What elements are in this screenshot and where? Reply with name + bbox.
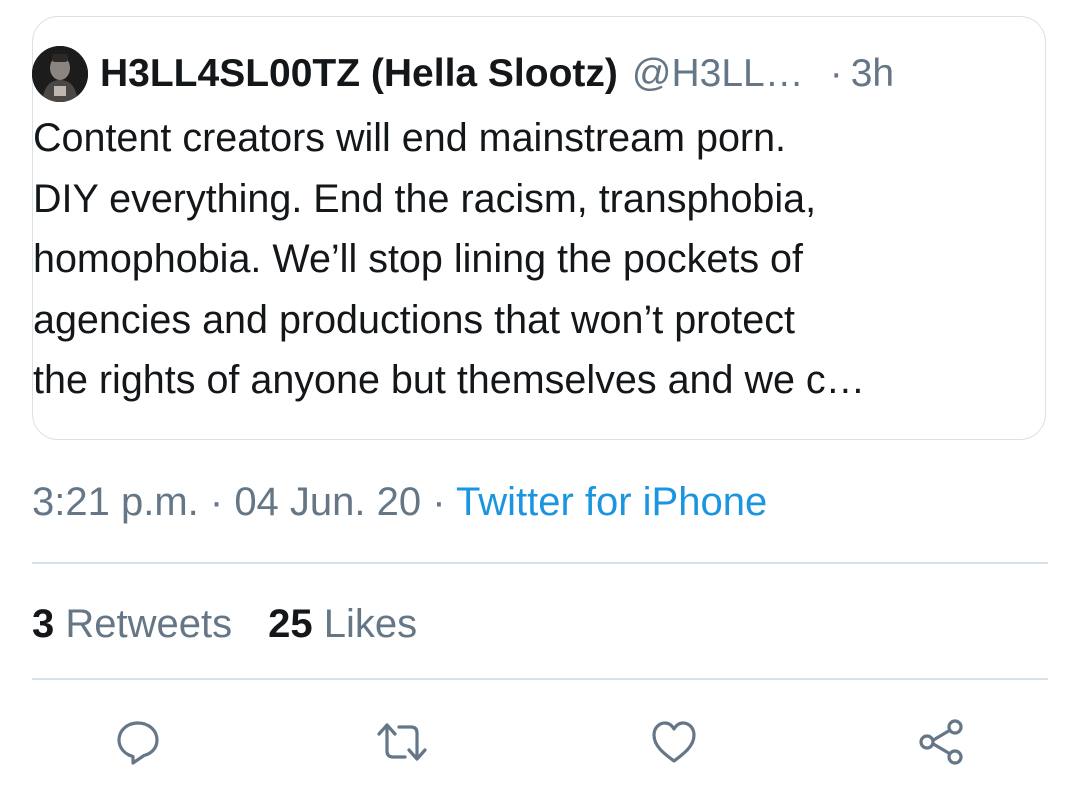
divider xyxy=(32,678,1048,680)
tweet-stats: 3 Retweets 25 Likes xyxy=(32,594,417,654)
tweet-meta: 3:21 p.m. · 04 Jun. 20 · Twitter for iPh… xyxy=(32,472,767,532)
likes-label: Likes xyxy=(323,602,418,646)
meta-separator: · xyxy=(198,480,235,524)
avatar[interactable] xyxy=(32,46,88,102)
tweet-source-link[interactable]: Twitter for iPhone xyxy=(456,480,767,524)
quoted-text-line: agencies and productions that won’t prot… xyxy=(33,297,795,342)
like-button[interactable] xyxy=(644,712,704,772)
retweets-label: Retweets xyxy=(65,602,233,646)
share-icon xyxy=(919,719,963,765)
quoted-time-ago[interactable]: 3h xyxy=(851,52,894,96)
avatar-image xyxy=(32,46,88,102)
quoted-text-line: homophobia. We’ll stop lining the pocket… xyxy=(33,237,803,281)
reply-button[interactable] xyxy=(108,712,168,772)
share-button[interactable] xyxy=(912,712,972,772)
likes-count: 25 xyxy=(268,602,313,646)
quoted-display-name[interactable]: H3LL4SL00TZ (Hella Slootz) xyxy=(100,52,618,96)
likes-stat[interactable]: 25 Likes xyxy=(268,602,417,646)
retweets-stat[interactable]: 3 Retweets xyxy=(32,602,232,646)
quoted-handle[interactable]: @H3LL… xyxy=(632,52,804,96)
quoted-text-line: DIY everything. End the racism, transpho… xyxy=(33,176,817,221)
tweet-time[interactable]: 3:21 p.m. xyxy=(32,480,199,524)
quoted-tweet-text: Content creators will end mainstream por… xyxy=(33,108,993,411)
quoted-tweet-header: H3LL4SL00TZ (Hella Slootz) @H3LL… · 3h xyxy=(32,46,894,102)
reply-icon xyxy=(117,721,159,765)
like-icon xyxy=(652,721,696,763)
retweet-button[interactable] xyxy=(372,712,432,772)
divider xyxy=(32,562,1048,564)
tweet-date[interactable]: 04 Jun. 20 xyxy=(234,480,421,524)
quoted-text-line: Content creators will end mainstream por… xyxy=(33,116,787,160)
header-separator: · xyxy=(829,52,843,95)
retweet-icon xyxy=(377,723,427,761)
meta-separator: · xyxy=(421,480,456,524)
retweets-count: 3 xyxy=(32,602,55,646)
quoted-text-line: the rights of anyone but themselves and … xyxy=(33,358,866,402)
tweet-actions-bar xyxy=(0,712,1080,772)
